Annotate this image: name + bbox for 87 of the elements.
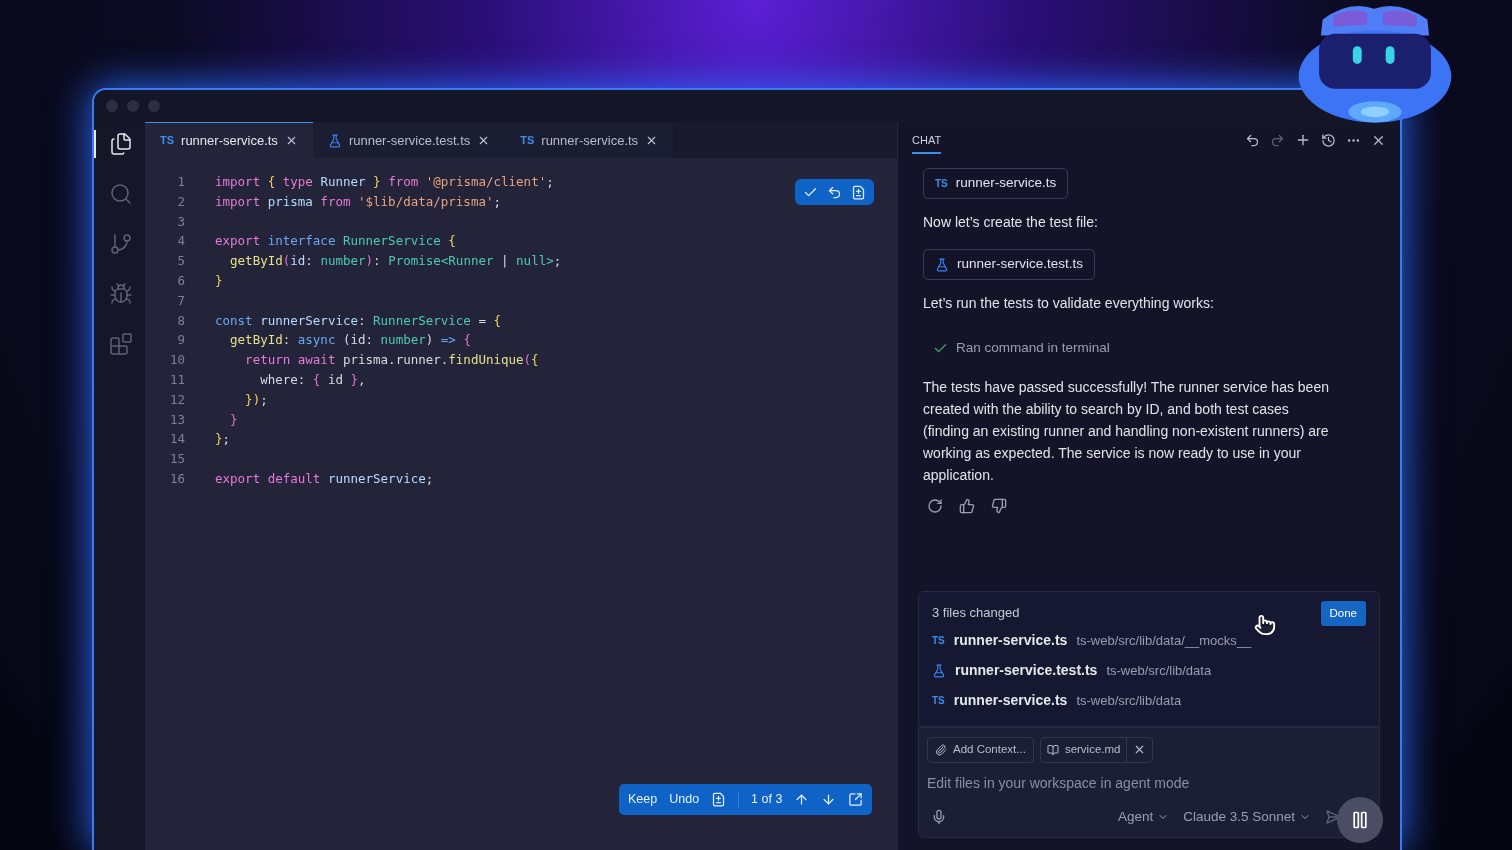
flask-icon bbox=[932, 663, 946, 678]
file-chip[interactable]: runner-service.test.ts bbox=[923, 249, 1096, 280]
code-line: getById(id: number): Promise<Runner | null>; bbox=[229, 252, 562, 271]
editor-tab[interactable]: runner-service.test.ts bbox=[312, 122, 506, 158]
undo-icon[interactable] bbox=[827, 184, 842, 200]
hand-cursor-icon bbox=[1254, 613, 1276, 636]
tab-label: runner-service.test.ts bbox=[348, 131, 471, 150]
history-icon[interactable] bbox=[1321, 132, 1336, 148]
line-number: 3 bbox=[176, 212, 185, 231]
change-counter: 1 of 3 bbox=[751, 791, 783, 809]
code-line: }; bbox=[215, 430, 231, 449]
changed-file-row[interactable]: TS runner-service.ts ts-web/src/lib/data/__mocks__ bbox=[932, 625, 1366, 656]
code-line: export interface RunnerService { bbox=[215, 232, 456, 251]
plus-icon[interactable] bbox=[1295, 132, 1311, 148]
file-name: runner-service.ts bbox=[953, 631, 1068, 651]
code-line: import { type Runner } from '@prisma/client'; bbox=[215, 173, 554, 191]
code-line: getById: async (id: number) => { bbox=[229, 331, 471, 350]
code-line: import prisma from '$lib/data/prisma'; bbox=[215, 192, 501, 211]
attachment-chip[interactable]: service.md bbox=[1039, 736, 1154, 763]
pause-icon bbox=[1350, 810, 1370, 830]
diff-icon[interactable] bbox=[851, 184, 866, 200]
file-chip[interactable]: TS runner-service.ts bbox=[923, 168, 1069, 199]
line-number: 4 bbox=[176, 232, 185, 251]
undo-button[interactable]: Undo bbox=[669, 790, 700, 809]
line-number: 7 bbox=[176, 291, 185, 310]
changed-file-row[interactable]: TS runner-service.ts ts-web/src/lib/data bbox=[932, 685, 1366, 716]
flask-icon bbox=[935, 257, 949, 272]
line-number: 9 bbox=[176, 331, 185, 350]
diff-icon[interactable] bbox=[711, 792, 727, 807]
file-name: runner-service.ts bbox=[953, 691, 1068, 711]
file-name: runner-service.test.ts bbox=[955, 661, 1098, 681]
open-external-icon[interactable] bbox=[848, 792, 864, 807]
editor-tab[interactable]: TS runner-service.ts bbox=[145, 122, 313, 158]
file-path: ts-web/src/lib/data/__mocks__ bbox=[1076, 632, 1252, 650]
paperclip-icon bbox=[935, 743, 947, 756]
line-number: 2 bbox=[176, 192, 185, 211]
microphone-icon[interactable] bbox=[931, 808, 947, 825]
ts-label: TS bbox=[160, 133, 175, 149]
line-number: 5 bbox=[176, 252, 185, 271]
code-line: return await prisma.runner.findUnique({ bbox=[244, 351, 539, 370]
line-number: 16 bbox=[168, 469, 185, 488]
changes-title: 3 files changed bbox=[932, 604, 1020, 623]
changed-file-row[interactable]: runner-service.test.ts ts-web/src/lib/data bbox=[932, 655, 1366, 686]
line-number: 8 bbox=[176, 311, 185, 330]
line-number: 11 bbox=[168, 370, 185, 389]
add-context-button[interactable]: Add Context... bbox=[927, 736, 1034, 763]
ts-label: TS bbox=[932, 694, 945, 709]
code-line: } bbox=[215, 272, 223, 290]
tab-label: runner-service.ts bbox=[181, 131, 278, 150]
attachment-name: service.md bbox=[1064, 742, 1121, 758]
code-line: } bbox=[229, 410, 238, 429]
markdown-icon bbox=[1046, 743, 1059, 756]
line-number: 6 bbox=[176, 272, 185, 290]
line-number: 12 bbox=[168, 390, 185, 409]
ts-label: TS bbox=[932, 634, 945, 649]
line-number: 13 bbox=[168, 410, 185, 429]
line-number: 10 bbox=[168, 351, 185, 370]
code-line: export default runnerService; bbox=[215, 469, 434, 488]
code-line: const runnerService: RunnerService = { bbox=[215, 311, 501, 330]
file-path: ts-web/src/lib/data bbox=[1076, 692, 1182, 710]
model-dropdown[interactable]: Claude 3.5 Sonnet bbox=[1183, 806, 1311, 827]
chat-message: Now let’s create the test file: bbox=[923, 213, 1099, 232]
tab-label: runner-service.ts bbox=[541, 131, 639, 150]
done-button[interactable]: Done bbox=[1320, 600, 1366, 626]
ts-label: TS bbox=[520, 133, 535, 149]
thumbs-down-icon[interactable] bbox=[991, 498, 1007, 515]
tool-status: Ran command in terminal bbox=[956, 339, 1110, 357]
line-number: 15 bbox=[168, 450, 185, 469]
chat-tab[interactable]: CHAT bbox=[912, 125, 942, 155]
chat-input-field[interactable]: Edit files in your workspace in agent mode bbox=[927, 772, 1371, 794]
line-number: 1 bbox=[176, 173, 185, 191]
redo-icon[interactable] bbox=[1270, 132, 1285, 148]
chat-message: Let’s run the tests to validate everything works: bbox=[923, 294, 1215, 313]
arrow-down-icon[interactable] bbox=[821, 792, 837, 807]
flask-icon bbox=[327, 133, 342, 148]
mode-dropdown[interactable]: Agent bbox=[1117, 806, 1170, 827]
retry-icon[interactable] bbox=[927, 498, 943, 515]
file-path: ts-web/src/lib/data bbox=[1106, 662, 1212, 680]
thumbs-up-icon[interactable] bbox=[959, 498, 975, 515]
code-line: where: { id }, bbox=[259, 370, 366, 389]
chat-message: The tests have passed successfully! The runner service has been created with the ability to search by ID, and both test cases (finding an existing runner and handling non-existent runners) are working as expected. The service is now ready to use in your application. bbox=[923, 378, 1330, 486]
line-number: 14 bbox=[168, 430, 185, 449]
code-line: }); bbox=[244, 390, 268, 409]
ts-label: TS bbox=[935, 177, 948, 191]
keep-button[interactable]: Keep bbox=[628, 790, 658, 809]
undo-icon[interactable] bbox=[1245, 132, 1260, 148]
editor-tab[interactable]: TS runner-service.ts bbox=[505, 122, 674, 158]
